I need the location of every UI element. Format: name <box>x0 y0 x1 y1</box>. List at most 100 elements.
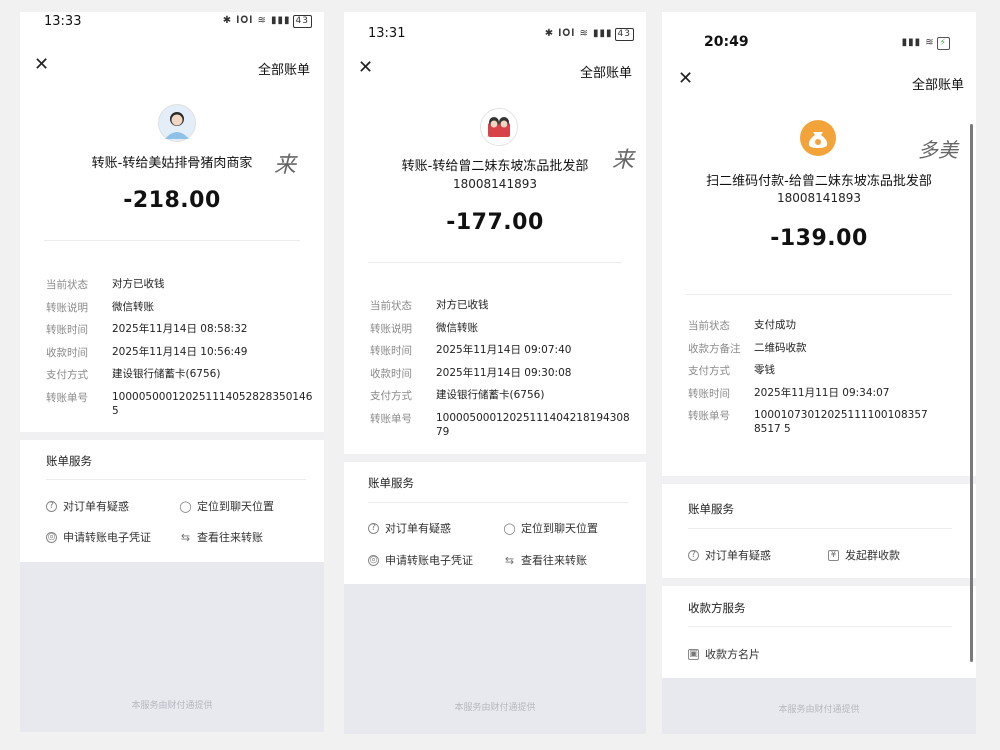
detail-label: 转账说明 <box>46 301 88 314</box>
contact-card-icon: ▣ <box>688 648 699 660</box>
handwritten-signature: 来 <box>612 148 635 173</box>
detail-list: 当前状态 支付成功 收款方备注 二维码收款 支付方式 零钱 转账时间 2025年11月1… <box>688 318 960 444</box>
detail-row: 收款时间 2025年11月14日 10:56:49 <box>46 345 314 368</box>
button-label: 申请转账电子凭证 <box>385 554 473 567</box>
all-bills-link[interactable]: 全部账单 <box>580 62 632 81</box>
question-icon: ? <box>688 549 699 561</box>
close-icon[interactable]: ✕ <box>34 56 50 74</box>
order-question-button[interactable]: ? 对订单有疑惑 <box>688 547 771 563</box>
all-bills-link[interactable]: 全部账单 <box>912 74 964 93</box>
detail-value[interactable]: 100010730120251111001083578517 5 <box>754 408 934 436</box>
close-icon[interactable]: ✕ <box>358 59 374 77</box>
battery-icon: 43 <box>292 15 312 28</box>
detail-value: 2025年11月14日 10:56:49 <box>112 345 248 358</box>
detail-row: 转账单号 100010730120251111001083578517 5 <box>688 408 960 444</box>
question-icon: ? <box>46 500 57 512</box>
apply-voucher-button[interactable]: ◎ 申请转账电子凭证 <box>368 552 473 568</box>
transaction-title: 转账-转给曾二妹东坡冻品批发部 <box>401 159 589 174</box>
payee-card-button[interactable]: ▣ 收款方名片 <box>688 646 760 662</box>
detail-row: 转账说明 微信转账 <box>370 321 636 344</box>
screenshot-panel-2: 13:31 ✱ 𝐈𝐎𝐈 ≋ ▮▮▮ 43 ✕ 全部账单 转账-转给曾二妹东坡冻品批… <box>344 12 646 734</box>
voucher-icon: ◎ <box>46 531 57 543</box>
handwritten-signature: 多美 <box>918 138 958 162</box>
close-icon[interactable]: ✕ <box>678 70 694 88</box>
avatar <box>158 104 196 142</box>
money-bag-icon <box>800 120 836 156</box>
status-bar: 13:31 ✱ 𝐈𝐎𝐈 ≋ ▮▮▮ 43 <box>344 12 646 41</box>
detail-row: 转账说明 微信转账 <box>46 300 314 323</box>
detail-label: 转账单号 <box>370 412 412 425</box>
detail-row: 当前状态 对方已收钱 <box>46 277 314 300</box>
status-icons: ▮▮▮ ≋ ⚡ <box>902 37 950 50</box>
detail-label: 转账时间 <box>370 345 412 357</box>
screenshot-panel-1: 13:33 ✱ 𝐈𝐎𝐈 ≋ ▮▮▮ 43 ✕ 全部账单 转账-转给美姑排骨猪肉商家… <box>20 12 324 732</box>
detail-value[interactable]: 1000050001202511140421819430879 <box>436 411 636 439</box>
divider <box>688 528 952 529</box>
footer-text: 本服务由财付通提供 <box>454 703 536 713</box>
detail-value: 零钱 <box>754 364 775 376</box>
divider <box>46 479 306 480</box>
detail-row: 支付方式 零钱 <box>688 363 960 386</box>
status-icons: ✱ 𝐈𝐎𝐈 ≋ ▮▮▮ 43 <box>223 15 312 28</box>
detail-value: 2025年11月14日 09:07:40 <box>436 344 572 356</box>
detail-row: 转账时间 2025年11月14日 08:58:32 <box>46 322 314 345</box>
button-label: 发起群收款 <box>845 549 900 562</box>
view-transfers-button[interactable]: ⇆ 查看往来转账 <box>180 529 263 545</box>
locate-chat-button[interactable]: ◯ 定位到聊天位置 <box>179 498 274 514</box>
transfer-arrows-icon: ⇆ <box>180 530 191 544</box>
detail-value: 微信转账 <box>436 321 478 334</box>
detail-label: 支付方式 <box>46 369 88 381</box>
divider <box>686 294 952 295</box>
bill-service-heading: 账单服务 <box>368 476 414 490</box>
section-band <box>20 432 324 440</box>
payee-service-heading: 收款方服务 <box>688 601 746 615</box>
scrollbar[interactable] <box>970 124 973 662</box>
order-question-button[interactable]: ? 对订单有疑惑 <box>46 498 129 514</box>
bill-service-heading: 账单服务 <box>688 502 734 516</box>
status-bar: 13:33 ✱ 𝐈𝐎𝐈 ≋ ▮▮▮ 43 <box>20 12 324 34</box>
signal-icons: ✱ 𝐈𝐎𝐈 ≋ ▮▮▮ <box>222 15 291 26</box>
detail-value: 二维码收款 <box>754 341 807 354</box>
detail-value: 建设银行储蓄卡(6756) <box>436 389 545 401</box>
amount: -218.00 <box>123 188 221 213</box>
transaction-title: 扫二维码付款-给曾二妹东坡冻品批发部 <box>706 174 932 189</box>
button-label: 申请转账电子凭证 <box>63 531 151 544</box>
detail-value: 2025年11月14日 08:58:32 <box>112 323 248 335</box>
section-band <box>662 578 976 586</box>
detail-row: 转账单号 1000050001202511140421819430879 <box>370 411 636 438</box>
detail-label: 转账单号 <box>688 410 730 422</box>
view-transfers-button[interactable]: ⇆ 查看往来转账 <box>504 552 587 568</box>
footer: 本服务由财付通提供 <box>20 562 324 732</box>
detail-label: 当前状态 <box>688 320 730 332</box>
detail-row: 收款时间 2025年11月14日 09:30:08 <box>370 366 636 389</box>
detail-label: 转账时间 <box>688 387 730 400</box>
footer-text: 本服务由财付通提供 <box>131 701 213 711</box>
group-collect-button[interactable]: ¥ 发起群收款 <box>828 547 900 563</box>
button-label: 对订单有疑惑 <box>385 522 451 535</box>
battery-icon: 43 <box>614 28 634 41</box>
detail-value[interactable]: 1000050001202511140528283501465 <box>112 390 314 418</box>
signal-icons: ✱ 𝐈𝐎𝐈 ≋ ▮▮▮ <box>544 28 613 39</box>
divider <box>368 262 622 263</box>
detail-label: 收款方备注 <box>688 342 741 355</box>
locate-chat-button[interactable]: ◯ 定位到聊天位置 <box>503 520 598 536</box>
chat-bubble-icon: ◯ <box>179 499 192 513</box>
detail-row: 转账时间 2025年11月11日 09:34:07 <box>688 386 960 409</box>
button-label: 对订单有疑惑 <box>63 500 129 513</box>
battery-icon: ⚡ <box>936 37 950 50</box>
voucher-icon: ◎ <box>368 554 379 566</box>
footer: 本服务由财付通提供 <box>344 584 646 734</box>
screenshot-panel-3: 20:49 ▮▮▮ ≋ ⚡ ✕ 全部账单 扫二维码付款-给曾二妹东坡冻品批发部 多… <box>662 12 976 734</box>
button-label: 对订单有疑惑 <box>705 549 771 562</box>
button-label: 查看往来转账 <box>521 554 587 567</box>
footer: 本服务由财付通提供 <box>662 678 976 734</box>
apply-voucher-button[interactable]: ◎ 申请转账电子凭证 <box>46 529 151 545</box>
detail-row: 当前状态 对方已收钱 <box>370 298 636 321</box>
detail-label: 转账单号 <box>46 391 88 404</box>
handwritten-signature: 来 <box>274 153 297 178</box>
transfer-arrows-icon: ⇆ <box>504 553 515 567</box>
button-label: 查看往来转账 <box>197 531 263 544</box>
question-icon: ? <box>368 522 379 534</box>
order-question-button[interactable]: ? 对订单有疑惑 <box>368 520 451 536</box>
all-bills-link[interactable]: 全部账单 <box>258 59 310 78</box>
